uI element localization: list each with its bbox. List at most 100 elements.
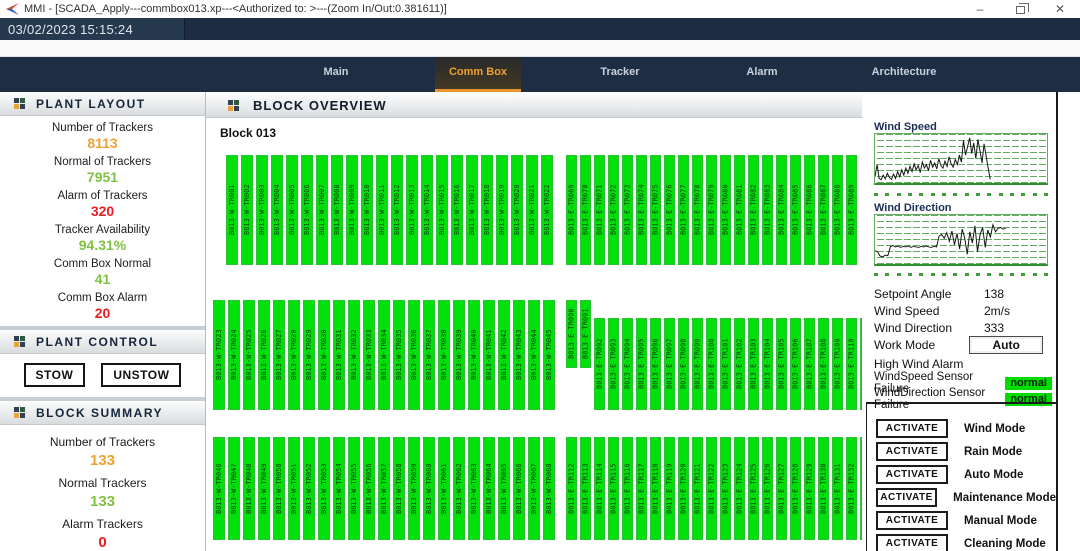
tracker-bar[interactable]: B013-W-TR037 [423,300,435,410]
tracker-bar[interactable]: B013-E-TR083 [762,155,773,265]
tracker-bar[interactable]: B013-E-TR110 [846,318,857,410]
tracker-bar[interactable]: B013-E-TR103 [748,318,759,410]
tracker-bar[interactable]: B013-W-TR010 [361,155,373,265]
tracker-bar[interactable]: B013-E-TR115 [608,437,619,540]
activate-manual-mode-button[interactable]: ACTIVATE [876,511,948,530]
tracker-bar[interactable]: B013-E-TR102 [734,318,745,410]
tracker-bar[interactable]: B013-W-TR053 [318,437,330,540]
tracker-bar[interactable]: B013-W-TR031 [333,300,345,410]
tracker-bar[interactable]: B013-W-TR050 [273,437,285,540]
tracker-bar[interactable]: B013-W-TR051 [288,437,300,540]
tracker-bar[interactable]: B013-W-TR066 [513,437,525,540]
tracker-bar[interactable]: B013-E-TR075 [650,155,661,265]
tracker-bar[interactable]: B013-E-TR079 [706,155,717,265]
tracker-bar[interactable]: B013-E-TR073 [622,155,633,265]
activate-auto-mode-button[interactable]: ACTIVATE [876,465,948,484]
tracker-bar[interactable]: B013-W-TR009 [346,155,358,265]
tracker-bar[interactable]: B013-E-TR104 [762,318,773,410]
tracker-bar[interactable]: B013-E-TR070 [580,155,591,265]
tracker-bar[interactable]: B013-E-TR124 [734,437,745,540]
activate-cleaning-mode-button[interactable]: ACTIVATE [876,534,948,551]
tracker-bar[interactable]: B013-W-TR057 [378,437,390,540]
tracker-bar[interactable]: B013-W-TR038 [438,300,450,410]
tracker-bar[interactable]: B013-W-TR047 [228,437,240,540]
tracker-bar[interactable]: B013-E-TR128 [790,437,801,540]
tracker-bar[interactable]: B013-E-TR086 [804,155,815,265]
tab-tracker[interactable]: Tracker [586,57,653,92]
tracker-bar[interactable]: B013-W-TR065 [498,437,510,540]
tracker-bar[interactable]: B013-E-TR106 [790,318,801,410]
activate-maintenance-mode-button[interactable]: ACTIVATE [876,488,937,507]
tracker-bar[interactable]: B013-E-TR084 [776,155,787,265]
tracker-bar[interactable]: B013-W-TR059 [408,437,420,540]
tracker-bar[interactable]: B013-W-TR039 [453,300,465,410]
tracker-bar[interactable]: B013-W-TR062 [453,437,465,540]
tracker-bar[interactable]: B013-E-TR121 [692,437,703,540]
tracker-bar[interactable]: B013-W-TR004 [271,155,283,265]
stow-button[interactable]: STOW [24,363,86,387]
tracker-bar[interactable]: B013-W-TR055 [348,437,360,540]
tracker-bar[interactable]: B013-W-TR036 [408,300,420,410]
tracker-bar[interactable]: B013-E-TR090 [566,300,577,368]
tracker-bar[interactable]: B013-E-TR089 [846,155,857,265]
activate-wind-mode-button[interactable]: ACTIVATE [876,419,948,438]
tracker-bar[interactable]: B013-E-TR071 [594,155,605,265]
tracker-bar[interactable]: B013-W-TR002 [241,155,253,265]
tracker-bar[interactable]: B013-W-TR048 [243,437,255,540]
tracker-bar[interactable]: B013-E-TR096 [650,318,661,410]
tracker-bar[interactable]: B013-W-TR017 [466,155,478,265]
tracker-bar[interactable]: B013-E-TR125 [748,437,759,540]
tracker-bar[interactable]: B013-E-TR126 [762,437,773,540]
tracker-bar[interactable]: B013-E-TR099 [692,318,703,410]
tracker-bar[interactable]: B013-E-TR072 [608,155,619,265]
tracker-bar[interactable]: B013-E-TR120 [678,437,689,540]
tracker-bar[interactable]: B013-W-TR003 [256,155,268,265]
tab-comm-box[interactable]: Comm Box [435,57,521,92]
tracker-bar[interactable]: B013-W-TR043 [513,300,525,410]
tracker-bar[interactable]: B013-E-TR116 [622,437,633,540]
tracker-bar[interactable]: B013-W-TR020 [511,155,523,265]
tracker-bar[interactable]: B013-E-TR101 [720,318,731,410]
tracker-bar[interactable]: B013-E-TR112 [566,437,577,540]
tracker-bar[interactable]: B013-E-TR094 [622,318,633,410]
tracker-bar[interactable]: B013-W-TR029 [303,300,315,410]
tab-main[interactable]: Main [309,57,362,92]
tracker-bar[interactable]: B013-E-TR114 [594,437,605,540]
tracker-bar[interactable]: B013-W-TR054 [333,437,345,540]
tracker-bar[interactable]: B013-E-TR108 [818,318,829,410]
tracker-bar[interactable]: B013-E-TR087 [818,155,829,265]
tracker-bar[interactable]: B013-E-TR076 [664,155,675,265]
tracker-bar[interactable]: B013-W-TR033 [363,300,375,410]
tracker-bar[interactable]: B013-W-TR018 [481,155,493,265]
tracker-bar[interactable]: B013-E-TR122 [706,437,717,540]
tracker-bar[interactable]: B013-E-TR092 [594,318,605,410]
work-mode-selector[interactable]: Auto [969,336,1043,354]
tracker-bar[interactable]: B013-W-TR013 [406,155,418,265]
tracker-bar[interactable]: B013-E-TR105 [776,318,787,410]
tracker-bar[interactable]: B013-W-TR046 [213,437,225,540]
tracker-bar[interactable]: B013-E-TR129 [804,437,815,540]
tracker-bar[interactable]: B013-E-TR098 [678,318,689,410]
tracker-bar[interactable]: B013-W-TR049 [258,437,270,540]
tracker-bar[interactable]: B013-W-TR006 [301,155,313,265]
tracker-bar[interactable]: B013-W-TR021 [526,155,538,265]
tracker-bar[interactable]: B013-E-TR109 [832,318,843,410]
tracker-bar[interactable]: B013-W-TR014 [421,155,433,265]
tracker-bar[interactable]: B013-E-TR095 [636,318,647,410]
tracker-bar[interactable]: B013-E-TR088 [832,155,843,265]
tracker-bar[interactable]: B013-E-TR132 [846,437,857,540]
tracker-bar[interactable]: B013-E-TR082 [748,155,759,265]
tracker-bar[interactable]: B013-W-TR026 [258,300,270,410]
tracker-bar[interactable]: B013-W-TR028 [288,300,300,410]
tracker-bar[interactable]: B013-E-TR069 [566,155,577,265]
tracker-bar[interactable]: B013-W-TR067 [528,437,540,540]
tracker-bar[interactable]: B013-W-TR040 [468,300,480,410]
activate-rain-mode-button[interactable]: ACTIVATE [876,442,948,461]
tracker-bar[interactable]: B013-E-TR091 [580,300,591,368]
tracker-bar[interactable]: B013-W-TR027 [273,300,285,410]
tracker-bar[interactable]: B013-W-TR064 [483,437,495,540]
restore-button[interactable] [1000,0,1040,18]
minimize-button[interactable]: – [960,0,1000,18]
tracker-bar[interactable]: B013-W-TR044 [528,300,540,410]
tracker-bar[interactable]: B013-E-TR085 [790,155,801,265]
